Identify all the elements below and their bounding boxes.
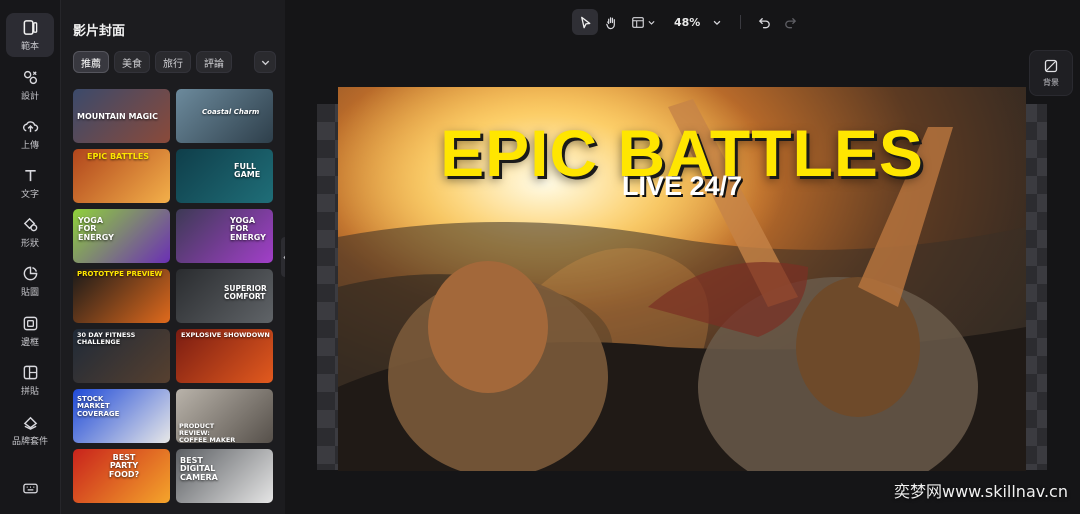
canvas-workspace: 48% 背景 EPIC BATTLES LIVE 24/7: [285, 0, 1080, 514]
redo-button[interactable]: [777, 9, 803, 35]
template-thumbnail[interactable]: BEST DIGITAL CAMERA: [176, 449, 273, 503]
chevron-down-icon: [647, 20, 655, 25]
keyboard-shortcuts-button[interactable]: [6, 466, 54, 510]
template-thumbnail[interactable]: 30 DAY FITNESS CHALLENGE: [73, 329, 170, 383]
template-thumbnail[interactable]: PROTOTYPE PREVIEW: [73, 269, 170, 323]
template-thumbnail[interactable]: YOGA FOR ENERGY: [176, 209, 273, 263]
template-thumbnail[interactable]: MOUNTAIN MAGIC: [73, 89, 170, 143]
brand-kit-icon: [23, 416, 37, 430]
template-thumbnail[interactable]: STOCK MARKET COVERAGE: [73, 389, 170, 443]
template-thumbnail[interactable]: EPIC BATTLES: [73, 149, 170, 203]
sticker-icon: [23, 266, 37, 280]
template-panel: 影片封面 推薦 美食 旅行 評論 MOUNTAIN MAGIC Coastal …: [61, 0, 285, 514]
thumbnail-title: PRODUCT REVIEW: COFFEE MAKER: [179, 422, 236, 443]
template-grid: MOUNTAIN MAGIC Coastal Charm EPIC BATTLE…: [73, 89, 273, 514]
thumbnail-title: STOCK MARKET COVERAGE: [77, 395, 120, 418]
rail-item-template[interactable]: 範本: [6, 13, 54, 57]
rail-item-text[interactable]: 文字: [6, 161, 54, 205]
rail-item-design[interactable]: 設計: [6, 63, 54, 107]
chip-review[interactable]: 評論: [196, 51, 232, 73]
layout-dropdown-button[interactable]: [624, 9, 662, 35]
template-thumbnail[interactable]: SUPERIOR COMFORT: [176, 269, 273, 323]
rail-label: 拼貼: [20, 386, 39, 397]
template-thumbnail[interactable]: Coastal Charm: [176, 89, 273, 143]
rail-label: 貼圖: [20, 287, 39, 298]
template-thumbnail[interactable]: FULL GAME: [176, 149, 273, 203]
background-button-label: 背景: [1043, 77, 1059, 87]
rail-label: 邊框: [20, 337, 39, 348]
rail-item-sticker[interactable]: 貼圖: [6, 259, 54, 303]
toolbar-divider: [740, 15, 742, 29]
collage-icon: [23, 365, 37, 379]
thumbnail-title: MOUNTAIN MAGIC: [77, 112, 159, 121]
shapes-icon: [23, 217, 37, 231]
template-thumbnail[interactable]: YOGA FOR ENERGY: [73, 209, 170, 263]
rail-label: 上傳: [20, 140, 39, 151]
panel-title: 影片封面: [73, 24, 126, 39]
frame-icon: [23, 316, 37, 330]
chip-travel[interactable]: 旅行: [155, 51, 191, 73]
chevron-down-icon: [261, 60, 269, 65]
keyboard-icon: [22, 483, 38, 493]
thumbnail-title: BEST PARTY FOOD?: [108, 453, 140, 479]
rail-item-upload[interactable]: 上傳: [6, 112, 54, 156]
rail-label: 品牌套件: [11, 436, 48, 447]
select-pointer-icon: [580, 16, 590, 28]
left-rail: 範本 設計 上傳 文字 形狀 貼圖 邊框 拼貼 品牌套件: [0, 0, 61, 514]
watermark: 奕梦网www.skillnav.cn: [893, 482, 1068, 501]
chip-recommended[interactable]: 推薦: [73, 51, 109, 73]
rail-item-brand-kit[interactable]: 品牌套件: [6, 408, 54, 452]
background-icon: [1044, 59, 1058, 72]
template-thumbnail[interactable]: EXPLOSIVE SHOWDOWN: [176, 329, 273, 383]
rail-item-frame[interactable]: 邊框: [6, 309, 54, 353]
zoom-dropdown-button[interactable]: [704, 9, 730, 35]
rail-label: 設計: [20, 91, 39, 102]
template-thumbnail[interactable]: PRODUCT REVIEW: COFFEE MAKER: [176, 389, 273, 443]
thumbnail-title: EPIC BATTLES: [87, 152, 150, 161]
canvas-subheadline[interactable]: LIVE 24/7: [338, 171, 1026, 202]
redo-icon: [785, 17, 796, 28]
chip-food[interactable]: 美食: [114, 51, 150, 73]
thumbnail-title: Coastal Charm: [202, 108, 260, 116]
hand-tool-button[interactable]: [598, 9, 624, 35]
thumbnail-title: YOGA FOR ENERGY: [78, 216, 114, 242]
design-icon: [23, 70, 37, 84]
thumbnail-title: YOGA FOR ENERGY: [230, 216, 266, 242]
chevron-down-icon: [713, 20, 721, 25]
hand-pan-icon: [605, 16, 615, 29]
thumbnail-title: 30 DAY FITNESS CHALLENGE: [77, 331, 136, 346]
rail-item-collage[interactable]: 拼貼: [6, 358, 54, 402]
background-button[interactable]: 背景: [1029, 50, 1073, 96]
thumbnail-title: SUPERIOR COMFORT: [224, 284, 267, 301]
text-icon: [24, 169, 36, 181]
rail-label: 範本: [20, 41, 39, 52]
thumbnail-title: EXPLOSIVE SHOWDOWN: [181, 331, 270, 339]
rail-label: 形狀: [20, 238, 39, 249]
upload-icon: [22, 120, 38, 132]
canvas-toolbar: 48%: [572, 8, 803, 36]
thumbnail-title: BEST DIGITAL CAMERA: [180, 456, 218, 482]
thumbnail-title: PROTOTYPE PREVIEW: [77, 270, 163, 278]
category-chips: 推薦 美食 旅行 評論: [73, 51, 232, 73]
select-tool-button[interactable]: [572, 9, 598, 35]
layout-icon: [631, 16, 644, 28]
design-canvas[interactable]: EPIC BATTLES LIVE 24/7: [338, 87, 1026, 471]
more-categories-button[interactable]: [254, 51, 276, 73]
zoom-level[interactable]: 48%: [674, 16, 700, 29]
undo-icon: [758, 17, 770, 28]
rail-item-shapes[interactable]: 形狀: [6, 210, 54, 254]
template-thumbnail[interactable]: BEST PARTY FOOD?: [73, 449, 170, 503]
thumbnail-title: FULL GAME: [234, 162, 261, 180]
undo-button[interactable]: [751, 9, 777, 35]
template-icon: [23, 19, 37, 35]
rail-label: 文字: [20, 189, 39, 200]
